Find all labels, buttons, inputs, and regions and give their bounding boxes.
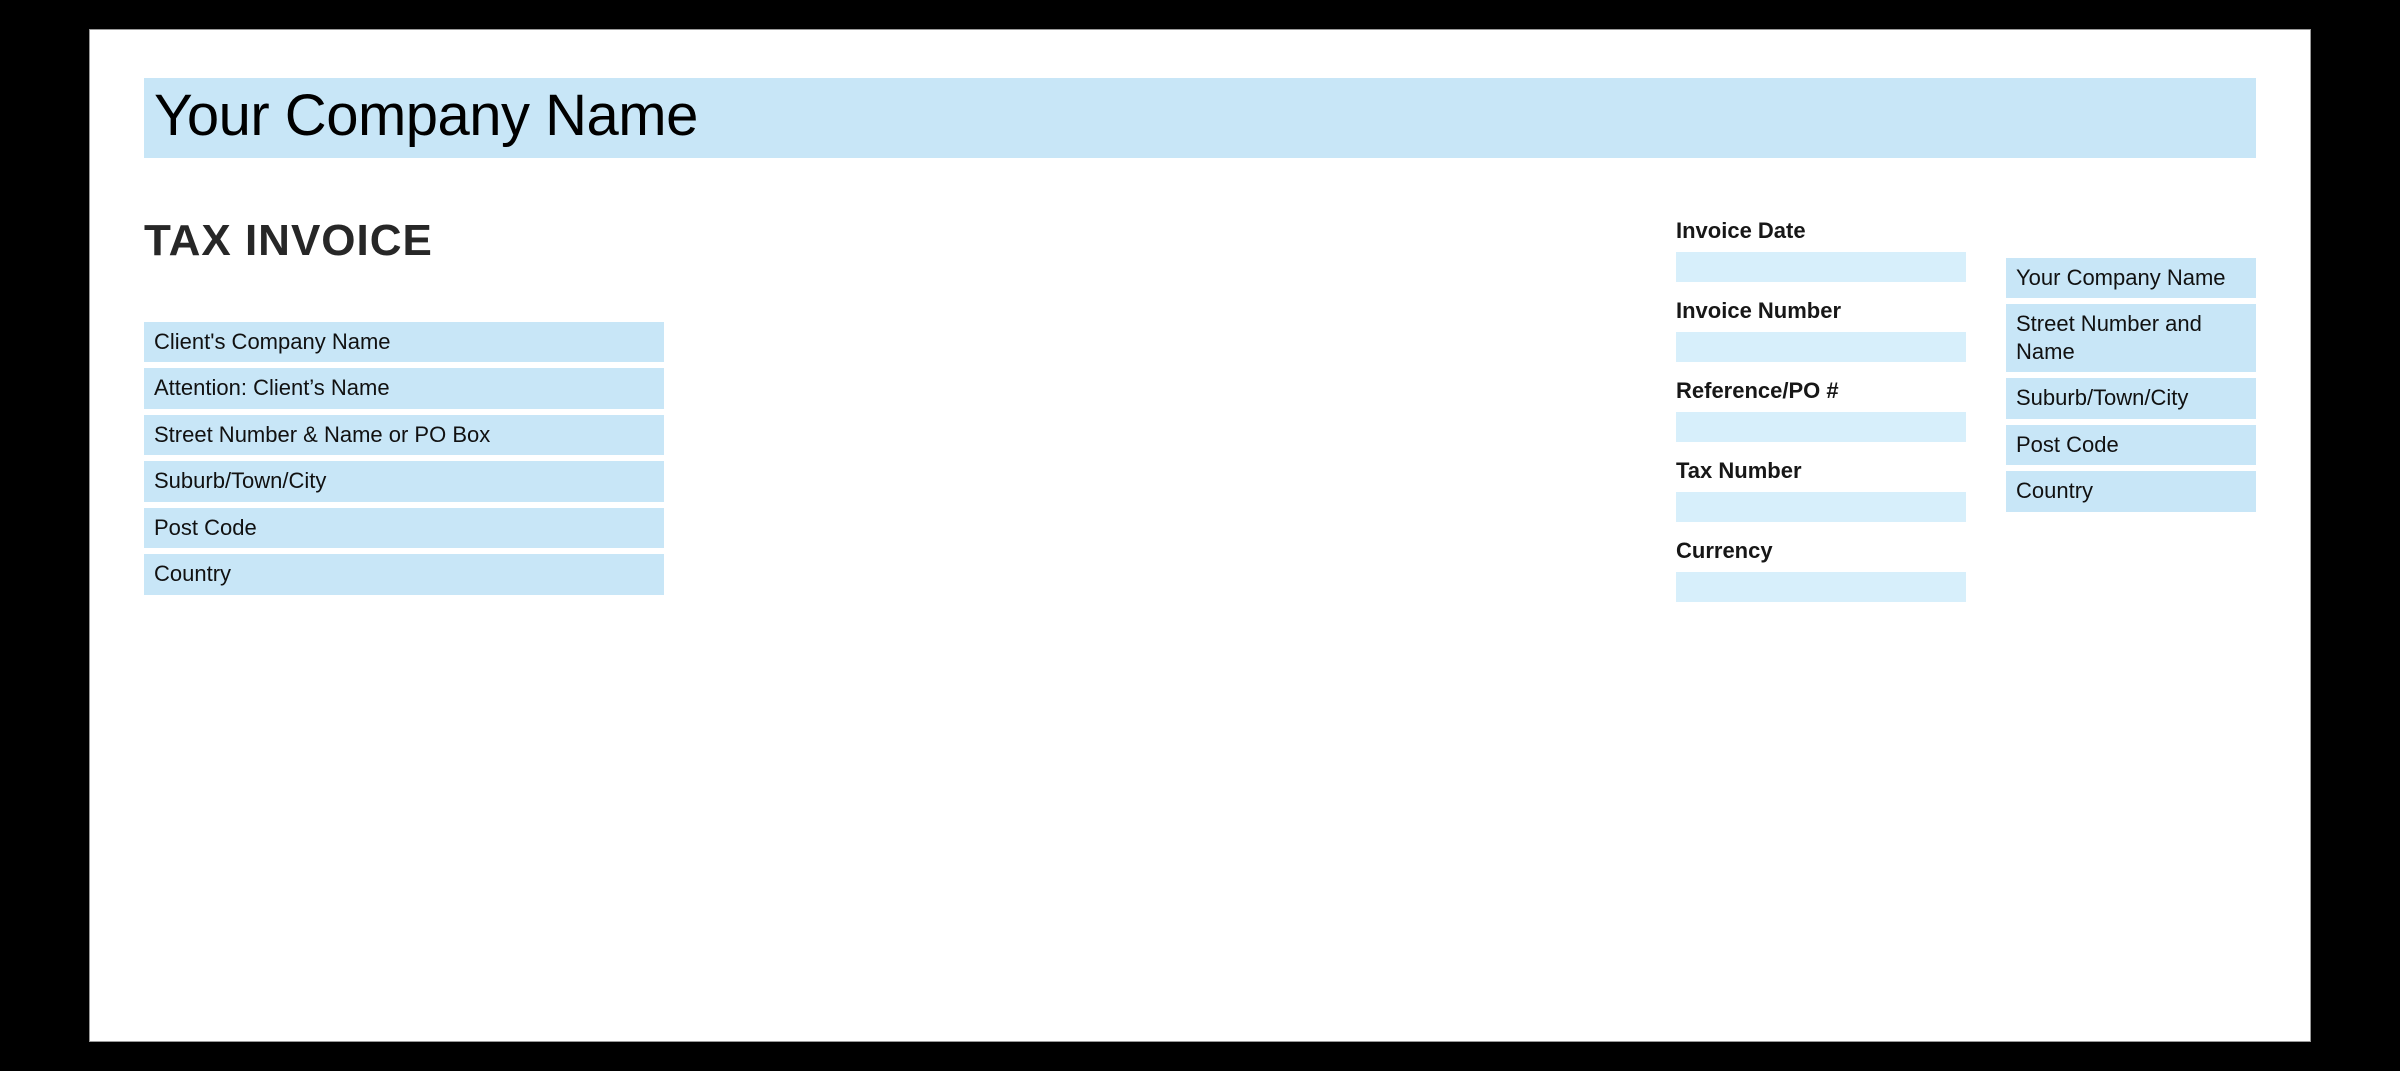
company-name-banner[interactable]: Your Company Name — [144, 78, 2256, 158]
sender-suburb-field[interactable]: Suburb/Town/City — [2006, 378, 2256, 419]
sender-address-column: Your Company Name Street Number and Name… — [2006, 216, 2256, 612]
invoice-number-field[interactable] — [1676, 332, 1966, 362]
sender-postcode-field[interactable]: Post Code — [2006, 425, 2256, 466]
left-column: TAX INVOICE Client's Company Name Attent… — [144, 216, 664, 612]
client-country-field[interactable]: Country — [144, 554, 664, 595]
currency-label: Currency — [1676, 536, 1966, 568]
sender-country-field[interactable]: Country — [2006, 471, 2256, 512]
sender-address-block: Your Company Name Street Number and Name… — [2006, 258, 2256, 512]
invoice-meta-column: Invoice Date Invoice Number Reference/PO… — [1676, 216, 1966, 612]
reference-field[interactable] — [1676, 412, 1966, 442]
client-suburb-field[interactable]: Suburb/Town/City — [144, 461, 664, 502]
content-columns: TAX INVOICE Client's Company Name Attent… — [144, 216, 2256, 612]
sender-company-field[interactable]: Your Company Name — [2006, 258, 2256, 299]
sender-street-field[interactable]: Street Number and Name — [2006, 304, 2256, 372]
client-street-field[interactable]: Street Number & Name or PO Box — [144, 415, 664, 456]
invoice-date-label: Invoice Date — [1676, 216, 1966, 248]
tax-number-field[interactable] — [1676, 492, 1966, 522]
reference-label: Reference/PO # — [1676, 376, 1966, 408]
invoice-page: Your Company Name TAX INVOICE Client's C… — [90, 30, 2310, 1041]
tax-number-label: Tax Number — [1676, 456, 1966, 488]
invoice-date-field[interactable] — [1676, 252, 1966, 282]
client-address-block: Client's Company Name Attention: Client’… — [144, 322, 664, 595]
invoice-number-label: Invoice Number — [1676, 296, 1966, 328]
client-attention-field[interactable]: Attention: Client’s Name — [144, 368, 664, 409]
document-title: TAX INVOICE — [144, 216, 664, 266]
client-company-field[interactable]: Client's Company Name — [144, 322, 664, 363]
currency-field[interactable] — [1676, 572, 1966, 602]
client-postcode-field[interactable]: Post Code — [144, 508, 664, 549]
